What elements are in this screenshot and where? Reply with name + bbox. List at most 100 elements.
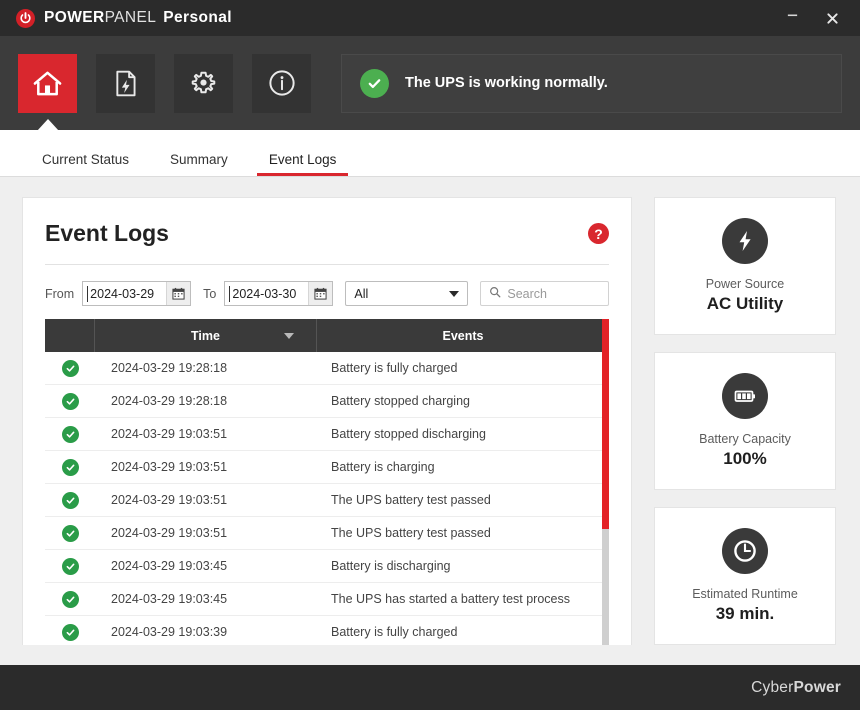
tab-current-status[interactable]: Current Status [30, 152, 141, 176]
home-icon [32, 68, 63, 99]
from-date-field[interactable]: 2024-03-29 [82, 281, 192, 306]
row-status-cell [45, 524, 95, 542]
toolbar-button-settings[interactable] [174, 53, 233, 113]
row-event-cell: Battery stopped discharging [331, 427, 486, 441]
row-event-cell: Battery is charging [331, 460, 435, 474]
status-banner: The UPS is working normally. [341, 53, 842, 113]
from-label: From [45, 286, 75, 301]
table-scrollbar-thumb[interactable] [602, 319, 609, 529]
power-button-icon [16, 8, 35, 28]
bottom-spacer [0, 645, 860, 665]
row-time-cell: 2024-03-29 19:03:51 [111, 427, 228, 441]
clock-icon [722, 528, 768, 574]
event-logs-panel: Event Logs ? From 2024-03-29 To 2024-03-… [22, 197, 632, 645]
row-time-cell: 2024-03-29 19:03:51 [111, 460, 228, 474]
column-header-time[interactable]: Time [95, 319, 317, 352]
check-circle-icon [61, 458, 79, 476]
to-label: To [203, 286, 217, 301]
estimated-runtime-card: Estimated Runtime 39 min. [654, 507, 836, 645]
table-row[interactable]: 2024-03-29 19:03:51 The UPS battery test … [45, 517, 609, 550]
row-event-cell: Battery is fully charged [331, 361, 458, 375]
column-header-events[interactable]: Events [317, 319, 609, 352]
to-date-value[interactable]: 2024-03-30 [225, 282, 310, 305]
toolbar-button-report[interactable] [96, 53, 155, 113]
table-row[interactable]: 2024-03-29 19:03:45 The UPS has started a… [45, 583, 609, 616]
column-header-status[interactable] [45, 319, 95, 352]
row-time-cell: 2024-03-29 19:28:18 [111, 394, 228, 408]
minimize-button[interactable] [772, 0, 812, 36]
sort-descending-icon [284, 332, 294, 339]
search-field[interactable]: Search [480, 281, 609, 306]
row-time-cell: 2024-03-29 19:03:51 [111, 493, 228, 507]
check-circle-icon [61, 425, 79, 443]
table-row[interactable]: 2024-03-29 19:28:18 Battery is fully char… [45, 352, 609, 385]
row-time-cell: 2024-03-29 19:03:45 [111, 592, 228, 606]
row-status-cell [45, 359, 95, 377]
title-panel: PANEL [104, 9, 157, 26]
toolbar-button-home[interactable] [18, 53, 77, 113]
row-event-cell: Battery is fully charged [331, 625, 458, 639]
tab-event-logs[interactable]: Event Logs [256, 152, 349, 176]
calendar-icon[interactable] [167, 282, 191, 305]
table-row[interactable]: 2024-03-29 19:03:51 Battery stopped disch… [45, 418, 609, 451]
tab-bar: Current Status Summary Event Logs [0, 130, 860, 177]
battery-capacity-value: 100% [723, 449, 767, 468]
row-status-cell [45, 491, 95, 509]
table-scrollbar[interactable] [602, 319, 609, 645]
row-time-cell: 2024-03-29 19:03:45 [111, 559, 228, 573]
close-button[interactable] [812, 0, 852, 36]
title-bar: POWER PANEL Personal [0, 0, 860, 36]
row-time-cell: 2024-03-29 19:03:51 [111, 526, 228, 540]
title-power: POWER [44, 9, 105, 26]
to-date-field[interactable]: 2024-03-30 [224, 281, 334, 306]
brand-cyber: Cyber [751, 678, 794, 696]
event-logs-header: Event Logs ? [45, 220, 609, 247]
page-title: Event Logs [45, 220, 169, 246]
brand-power: Power [793, 678, 841, 696]
tab-summary[interactable]: Summary [158, 152, 240, 176]
row-time-cell: 2024-03-29 19:03:39 [111, 625, 228, 639]
chevron-down-icon [449, 290, 460, 297]
calendar-icon[interactable] [309, 282, 333, 305]
check-circle-icon [61, 491, 79, 509]
table-row[interactable]: 2024-03-29 19:03:39 Battery is fully char… [45, 616, 609, 645]
row-event-cell: Battery stopped charging [331, 394, 470, 408]
check-circle-icon [61, 524, 79, 542]
power-source-card: Power Source AC Utility [654, 197, 836, 335]
powerpanel-window: POWER PANEL Personal The UPS is working … [0, 0, 860, 710]
check-circle-icon [61, 557, 79, 575]
row-event-cell: Battery is discharging [331, 559, 451, 573]
table-body: 2024-03-29 19:28:18 Battery is fully char… [45, 352, 609, 645]
estimated-runtime-label: Estimated Runtime [692, 587, 798, 601]
event-type-value: All [354, 286, 369, 301]
toolbar-button-information[interactable] [252, 53, 311, 113]
check-circle-icon [61, 392, 79, 410]
check-circle-icon [360, 68, 389, 98]
battery-full-icon [722, 373, 768, 419]
check-circle-icon [61, 590, 79, 608]
from-date-value[interactable]: 2024-03-29 [83, 282, 168, 305]
status-message: The UPS is working normally. [405, 75, 608, 91]
search-input[interactable]: Search [507, 287, 547, 301]
gear-icon [189, 69, 218, 98]
filter-bar: From 2024-03-29 To 2024-03-30 All Search [45, 265, 609, 319]
table-row[interactable]: 2024-03-29 19:03:51 The UPS battery test … [45, 484, 609, 517]
row-status-cell [45, 458, 95, 476]
table-header-row: Time Events [45, 319, 609, 352]
lightning-bolt-icon [722, 218, 768, 264]
table-row[interactable]: 2024-03-29 19:03:51 Battery is charging [45, 451, 609, 484]
help-button[interactable]: ? [588, 223, 609, 244]
row-time-cell: 2024-03-29 19:28:18 [111, 361, 228, 375]
row-event-cell: The UPS has started a battery test proce… [331, 592, 571, 606]
event-type-select[interactable]: All [345, 281, 469, 306]
search-icon [489, 285, 501, 303]
row-event-cell: The UPS battery test passed [331, 526, 491, 540]
content-area: Event Logs ? From 2024-03-29 To 2024-03-… [0, 177, 860, 645]
table-row[interactable]: 2024-03-29 19:28:18 Battery stopped charg… [45, 385, 609, 418]
estimated-runtime-value: 39 min. [715, 604, 775, 623]
power-source-value: AC Utility [706, 294, 784, 313]
row-status-cell [45, 623, 95, 641]
check-circle-icon [61, 359, 79, 377]
table-row[interactable]: 2024-03-29 19:03:45 Battery is dischargin… [45, 550, 609, 583]
document-lightning-icon [111, 69, 140, 98]
